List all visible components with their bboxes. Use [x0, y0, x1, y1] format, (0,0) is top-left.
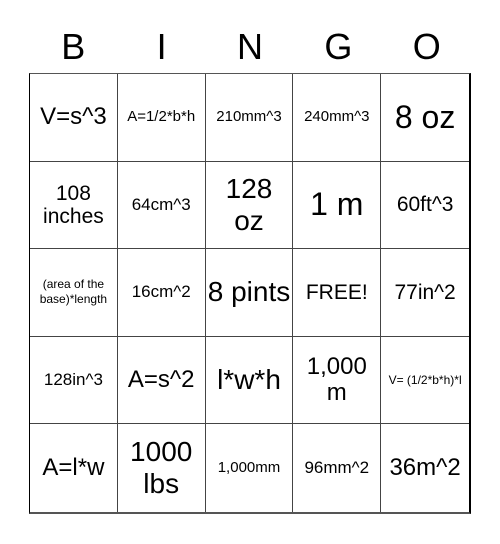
bingo-cell[interactable]: 36m^2	[381, 424, 469, 512]
bingo-cell[interactable]: A=s^2	[117, 336, 206, 425]
bingo-cell[interactable]: 1,000 m	[293, 336, 382, 425]
bingo-cell[interactable]: 1 m	[293, 161, 382, 250]
bingo-cell[interactable]: (area of the base)*length	[30, 249, 118, 337]
bingo-cell[interactable]: V= (1/2*b*h)*l	[381, 337, 469, 425]
bingo-cell[interactable]: A=1/2*b*h	[117, 74, 206, 162]
bingo-cell[interactable]: A=l*w	[30, 424, 118, 512]
bingo-cell[interactable]: 77in^2	[381, 249, 469, 337]
bingo-cell[interactable]: 8 oz	[381, 74, 469, 162]
bingo-cell[interactable]: 8 pints	[205, 249, 294, 337]
header-letter-n: N	[236, 26, 263, 67]
bingo-cell[interactable]: 96mm^2	[293, 424, 382, 512]
bingo-cell[interactable]: 210mm^3	[205, 74, 294, 162]
free-space-cell[interactable]: FREE!	[293, 249, 382, 337]
bingo-cell[interactable]: 1000 lbs	[118, 424, 206, 512]
bingo-cell[interactable]: 1,000mm	[206, 424, 294, 512]
bingo-cell[interactable]: V=s^3	[30, 74, 118, 162]
bingo-header: B I N G O	[29, 22, 471, 72]
bingo-cell[interactable]: 128 oz	[205, 161, 294, 250]
bingo-cell[interactable]: l*w*h	[205, 336, 294, 425]
header-letter-g: G	[324, 26, 353, 67]
bingo-grid: V=s^3 A=1/2*b*h 210mm^3 240mm^3 8 oz 108 inch…	[29, 73, 471, 514]
bingo-cell[interactable]: 64cm^3	[117, 161, 206, 250]
header-letter-i: I	[156, 26, 167, 67]
bingo-cell[interactable]: 60ft^3	[381, 162, 469, 250]
bingo-cell[interactable]: 108 inches	[30, 161, 118, 250]
bingo-cell[interactable]: 128in^3	[30, 336, 118, 425]
header-letter-o: O	[412, 26, 441, 67]
header-letter-b: B	[61, 26, 86, 67]
bingo-cell[interactable]: 16cm^2	[117, 249, 206, 337]
bingo-cell[interactable]: 240mm^3	[293, 74, 382, 162]
